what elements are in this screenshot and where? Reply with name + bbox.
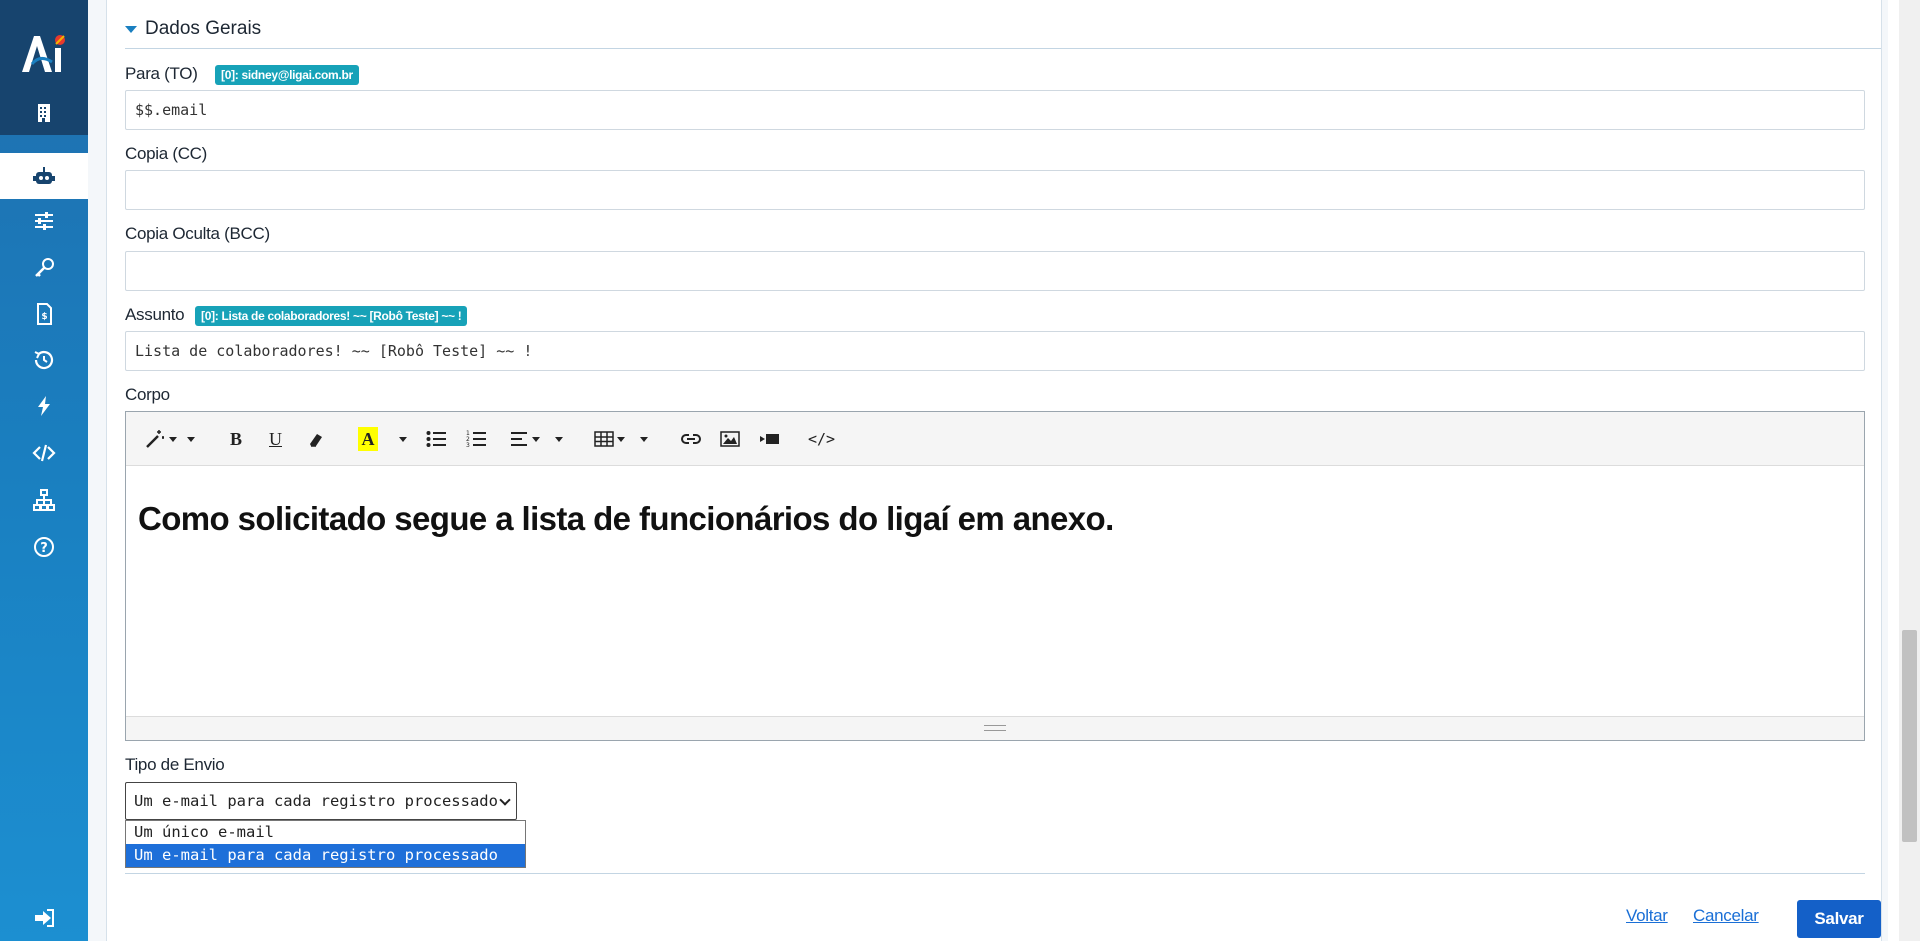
send-type-select[interactable]: Um e-mail para cada registro processado [125, 782, 517, 820]
bolt-icon [38, 396, 50, 416]
nav-item-triggers[interactable] [0, 383, 88, 429]
nav-item-credentials[interactable] [0, 245, 88, 291]
sliders-icon [35, 212, 53, 230]
table-dropdown-toggle[interactable] [637, 427, 648, 451]
style-button[interactable] [144, 427, 177, 451]
list-ol-icon: 123 [466, 430, 486, 448]
cancel-link[interactable]: Cancelar [1693, 906, 1759, 926]
eraser-icon [310, 434, 322, 447]
to-preview-badge: [0]: sidney@ligai.com.br [215, 65, 359, 85]
editor-content[interactable]: Como solicitado segue a lista de funcion… [138, 500, 1114, 538]
body-label: Corpo [125, 385, 170, 404]
bcc-field[interactable] [125, 251, 1865, 291]
robot-icon [33, 167, 55, 184]
caret-down-icon [125, 25, 137, 33]
table-button[interactable] [594, 427, 625, 451]
align-left-icon [511, 432, 527, 446]
nav-item-network[interactable] [0, 477, 88, 523]
nav-item-billing[interactable]: $ [0, 291, 88, 337]
history-icon [34, 350, 54, 370]
building-icon [38, 104, 50, 122]
svg-text:3: 3 [466, 442, 470, 448]
table-icon [594, 431, 614, 447]
align-button[interactable] [511, 427, 540, 451]
footer-divider [125, 873, 1865, 874]
magic-wand-icon [146, 430, 164, 448]
key-icon [35, 258, 54, 277]
send-type-label: Tipo de Envio [125, 755, 225, 774]
section-title: Dados Gerais [145, 18, 262, 39]
subject-field[interactable]: Lista de colaboradores! ~~ [Robô Teste] … [125, 331, 1865, 371]
invoice-icon: $ [37, 303, 52, 325]
save-button[interactable]: Salvar [1797, 900, 1881, 938]
svg-text:?: ? [40, 541, 48, 556]
link-icon [681, 434, 701, 444]
ai-logo-icon [22, 35, 65, 72]
clear-format-button[interactable] [307, 427, 325, 451]
video-icon [760, 434, 779, 444]
rich-text-editor: B U A 123 </> Como solicitado segue a li… [125, 411, 1865, 741]
logout-icon [35, 909, 54, 927]
option-email-per-record[interactable]: Um e-mail para cada registro processado [126, 844, 525, 867]
nav-item-code[interactable] [0, 430, 88, 476]
editor-resize-handle[interactable] [126, 716, 1864, 740]
nav-item-logout[interactable] [0, 895, 88, 941]
nav-item-settings[interactable] [0, 198, 88, 244]
to-field[interactable]: $$.email [125, 90, 1865, 130]
cc-field[interactable] [125, 170, 1865, 210]
video-button[interactable] [760, 427, 780, 451]
scrollbar-thumb[interactable] [1902, 630, 1917, 842]
to-label: Para (TO) [125, 64, 198, 83]
code-icon [32, 444, 56, 462]
image-button[interactable] [720, 427, 740, 451]
editor-toolbar: B U A 123 </> [126, 412, 1864, 466]
bold-button[interactable]: B [230, 427, 242, 451]
subject-label: Assunto [125, 305, 185, 324]
nav-item-robots[interactable] [0, 153, 88, 199]
back-link[interactable]: Voltar [1626, 906, 1668, 926]
cc-label: Copia (CC) [125, 144, 208, 163]
send-type-options: Um único e-mail Um e-mail para cada regi… [125, 820, 526, 868]
unordered-list-button[interactable] [426, 427, 446, 451]
code-view-button[interactable]: </> [808, 427, 835, 451]
form-card: Dados Gerais Para (TO) [0]: sidney@ligai… [106, 0, 1882, 941]
image-icon [720, 431, 740, 447]
style-dropdown-toggle[interactable] [184, 427, 195, 451]
section-header[interactable]: Dados Gerais [125, 18, 261, 40]
chevron-down-icon [499, 794, 511, 806]
nav-item-help[interactable]: ? [0, 524, 88, 570]
nav-item-companies[interactable] [0, 104, 88, 135]
main-area: Dados Gerais Para (TO) [0]: sidney@ligai… [88, 0, 1888, 941]
logo[interactable] [0, 0, 88, 105]
help-icon: ? [34, 537, 54, 557]
grip-icon [984, 725, 1006, 731]
sidebar: $ ? [0, 0, 88, 941]
ordered-list-button[interactable]: 123 [466, 427, 486, 451]
sitemap-icon [33, 489, 55, 511]
send-type-selected: Um e-mail para cada registro processado [134, 792, 498, 810]
text-color-button[interactable]: A [358, 427, 378, 451]
section-divider [125, 48, 1881, 49]
link-button[interactable] [680, 427, 702, 451]
option-single-email[interactable]: Um único e-mail [126, 821, 525, 844]
svg-text:$: $ [41, 312, 47, 322]
paragraph-dropdown-toggle[interactable] [552, 427, 563, 451]
underline-button[interactable]: U [269, 427, 282, 451]
nav-item-history[interactable] [0, 337, 88, 383]
subject-preview-badge: [0]: Lista de colaboradores! ~~ [Robô Te… [195, 306, 468, 326]
list-ul-icon [426, 431, 446, 447]
color-dropdown-toggle[interactable] [396, 427, 407, 451]
bcc-label: Copia Oculta (BCC) [125, 224, 270, 243]
